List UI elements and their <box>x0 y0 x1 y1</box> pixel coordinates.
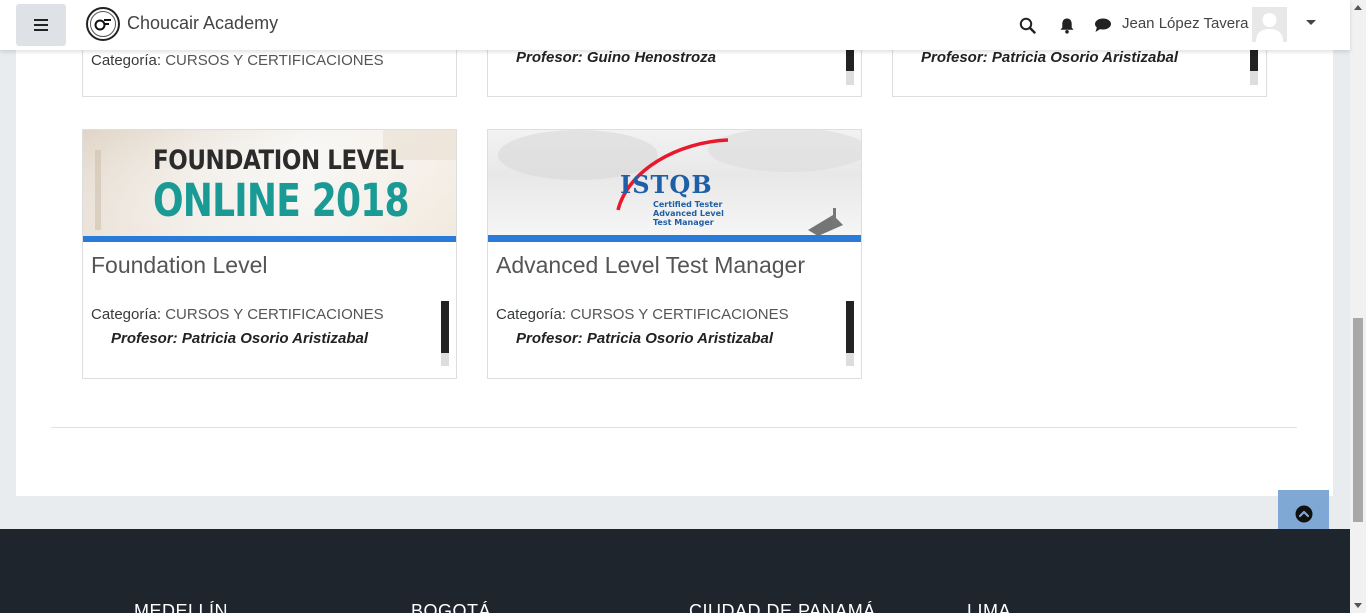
course-image[interactable]: ISTQB Certified Tester Advanced Level Te… <box>488 130 861 242</box>
category-label: Categoría: <box>496 306 567 323</box>
menu-toggle-button[interactable] <box>16 4 66 46</box>
category-link[interactable]: CURSOS Y CERTIFICACIONES <box>570 306 788 323</box>
avatar[interactable] <box>1252 7 1287 42</box>
course-teacher: Profesor: Guino Henostroza <box>516 49 717 66</box>
card-scrollbar[interactable] <box>441 301 449 366</box>
footer-city-bogota: BOGOTÁ <box>411 601 492 613</box>
image-sub-3: Test Manager <box>653 218 714 227</box>
image-sub-1: Certified Tester <box>653 200 723 209</box>
course-teacher: Profesor: Patricia Osorio Aristizabal <box>111 330 369 347</box>
course-category: Categoría: CURSOS Y CERTIFICACIONES <box>91 52 384 69</box>
accent-bar <box>83 236 456 242</box>
top-navbar: Choucair Academy Jean López Tavera <box>0 0 1350 50</box>
course-image[interactable]: FOUNDATION LEVEL ONLINE 2018 <box>83 130 456 242</box>
course-card-foundation[interactable]: FOUNDATION LEVEL ONLINE 2018 Foundation … <box>82 129 457 379</box>
footer-city-medellin: MEDELLÍN <box>134 601 229 613</box>
image-line-1: FOUNDATION LEVEL <box>153 145 404 176</box>
search-icon[interactable] <box>1016 14 1038 36</box>
page-scrollbar[interactable] <box>1350 0 1366 613</box>
image-sub-2: Advanced Level <box>653 209 724 218</box>
card-scrollbar[interactable] <box>846 301 854 366</box>
chat-icon[interactable] <box>1092 14 1114 36</box>
course-title[interactable]: Foundation Level <box>91 252 267 279</box>
image-line-2: ONLINE 2018 <box>153 174 410 227</box>
category-link[interactable]: CURSOS Y CERTIFICACIONES <box>165 52 383 69</box>
divider <box>51 427 1297 428</box>
course-teacher: Profesor: Patricia Osorio Aristizabal <box>516 330 774 347</box>
course-title[interactable]: Advanced Level Test Manager <box>496 252 805 279</box>
chevron-up-circle-icon <box>1295 505 1312 523</box>
category-label: Categoría: <box>91 306 162 323</box>
caret-down-icon[interactable] <box>1306 20 1316 25</box>
main-content: Categoría: CURSOS Y CERTIFICACIONES Prof… <box>16 0 1333 496</box>
course-card-advanced[interactable]: ISTQB Certified Tester Advanced Level Te… <box>487 129 862 379</box>
site-name-link[interactable]: Choucair Academy <box>127 13 278 34</box>
user-name[interactable]: Jean López Tavera <box>1122 15 1248 32</box>
category-link[interactable]: CURSOS Y CERTIFICACIONES <box>165 306 383 323</box>
istqb-logo-text: ISTQB <box>620 170 713 199</box>
scroll-up-arrow-icon[interactable] <box>1354 5 1362 10</box>
footer-city-panama: CIUDAD DE PANAMÁ <box>689 601 876 613</box>
logo-mark <box>90 11 116 37</box>
site-logo[interactable] <box>86 7 120 41</box>
course-category: Categoría: CURSOS Y CERTIFICACIONES <box>496 306 789 323</box>
bell-icon[interactable] <box>1056 14 1078 36</box>
scrollbar-thumb[interactable] <box>1353 318 1363 522</box>
footer-city-lima: LIMA <box>967 601 1012 613</box>
menu-icon <box>34 19 48 31</box>
accent-bar <box>488 235 861 242</box>
category-label: Categoría: <box>91 52 162 69</box>
course-category: Categoría: CURSOS Y CERTIFICACIONES <box>91 306 384 323</box>
scroll-down-arrow-icon[interactable] <box>1354 603 1362 608</box>
footer: MEDELLÍN BOGOTÁ CIUDAD DE PANAMÁ LIMA <box>0 529 1350 613</box>
course-teacher: Profesor: Patricia Osorio Aristizabal <box>921 49 1179 66</box>
